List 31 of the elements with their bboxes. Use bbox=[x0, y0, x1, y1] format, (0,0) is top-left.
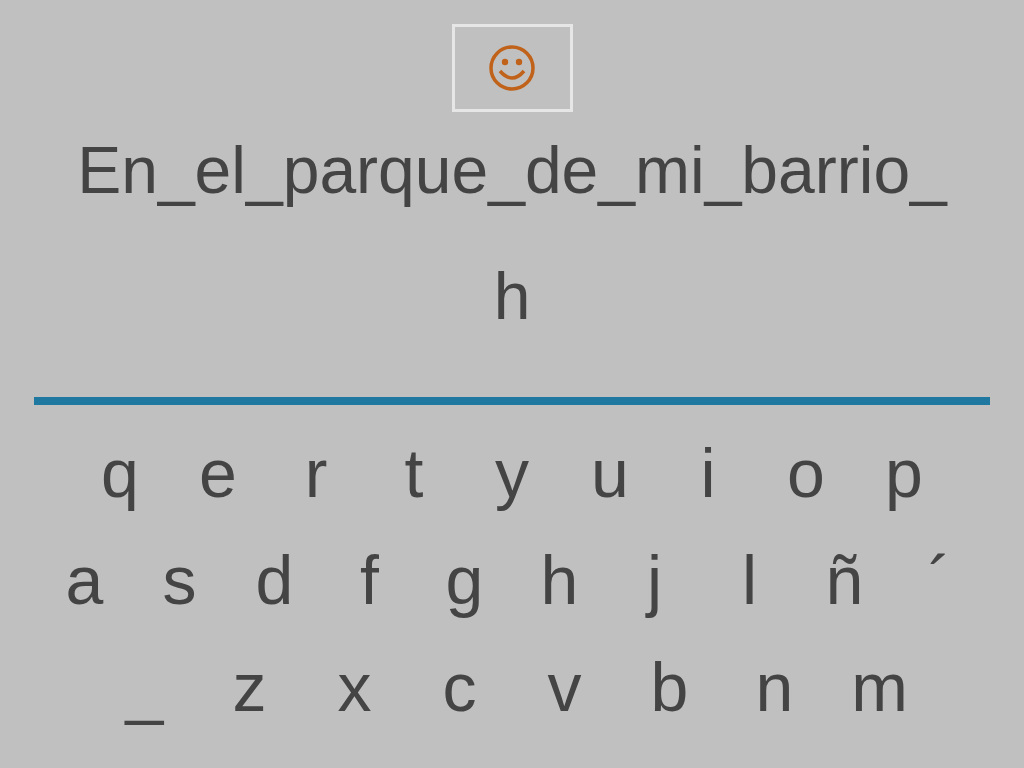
keyboard-key[interactable]: t bbox=[365, 435, 463, 511]
keyboard-key[interactable]: v bbox=[512, 649, 617, 725]
keyboard-key[interactable]: l bbox=[702, 542, 797, 618]
keyboard-key[interactable]: e bbox=[169, 435, 267, 511]
keyboard-key[interactable]: _ bbox=[92, 649, 197, 725]
keyboard-key[interactable]: h bbox=[512, 542, 607, 618]
smiley-button[interactable] bbox=[451, 24, 573, 112]
keyboard-key[interactable]: i bbox=[659, 435, 757, 511]
keyboard-key[interactable]: b bbox=[617, 649, 722, 725]
keyboard-key[interactable]: c bbox=[407, 649, 512, 725]
keyboard-key[interactable]: u bbox=[561, 435, 659, 511]
answer-text: h bbox=[493, 258, 531, 334]
keyboard-key[interactable]: r bbox=[267, 435, 365, 511]
keyboard-key[interactable]: s bbox=[132, 542, 227, 618]
keyboard-key[interactable]: g bbox=[417, 542, 512, 618]
keyboard-key[interactable]: z bbox=[197, 649, 302, 725]
keyboard-key[interactable]: o bbox=[757, 435, 855, 511]
keyboard-key[interactable]: m bbox=[827, 649, 932, 725]
keyboard-key[interactable]: y bbox=[463, 435, 561, 511]
smiley-icon bbox=[488, 44, 536, 92]
keyboard-key[interactable]: x bbox=[302, 649, 407, 725]
keyboard-key[interactable]: ñ bbox=[797, 542, 892, 618]
keyboard-key[interactable]: n bbox=[722, 649, 827, 725]
keyboard-key[interactable]: d bbox=[227, 542, 322, 618]
keyboard-key[interactable]: j bbox=[607, 542, 702, 618]
keyboard-key[interactable]: q bbox=[71, 435, 169, 511]
keyboard-key[interactable]: f bbox=[322, 542, 417, 618]
keyboard-key[interactable]: p bbox=[855, 435, 953, 511]
sentence-text: En_el_parque_de_mi_barrio_ bbox=[77, 132, 947, 208]
keyboard-key[interactable]: a bbox=[37, 542, 132, 618]
keyboard-key[interactable]: ´ bbox=[892, 542, 987, 618]
